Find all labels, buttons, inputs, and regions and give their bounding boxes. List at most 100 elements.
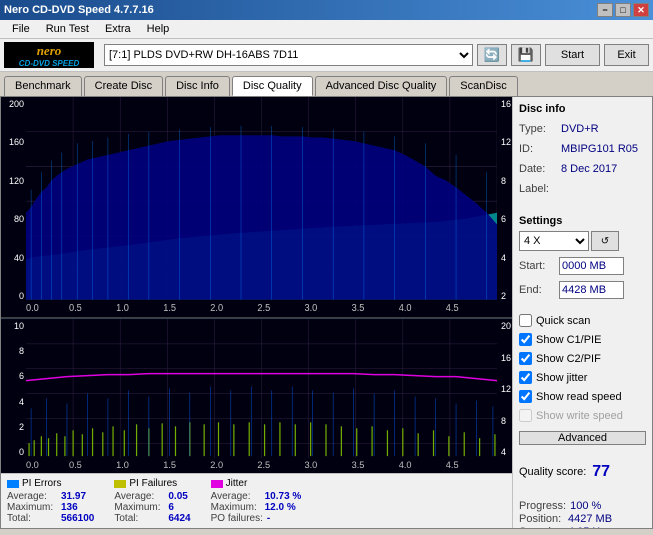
end-input[interactable]: [559, 281, 624, 299]
pi-avg-value: 31.97: [61, 491, 86, 502]
show-read-speed-checkbox[interactable]: [519, 390, 532, 403]
drive-selector[interactable]: [7:1] PLDS DVD+RW DH-16ABS 7D11: [104, 44, 473, 66]
show-write-speed-label: Show write speed: [536, 410, 623, 422]
progress-label: Progress:: [519, 500, 566, 512]
svg-text:3.0: 3.0: [305, 303, 318, 315]
pif-avg-value: 0.05: [168, 491, 187, 502]
bottom-chart-svg: 0.0 0.5 1.0 1.5 2.0 2.5 3.0 3.5 4.0 4.5: [26, 319, 497, 473]
speed-selector[interactable]: 4 X: [519, 231, 589, 251]
save-button[interactable]: 💾: [511, 44, 541, 66]
svg-text:4.5: 4.5: [446, 303, 459, 315]
minimize-button[interactable]: −: [597, 3, 613, 17]
menu-bar: File Run Test Extra Help: [0, 20, 653, 39]
maximize-button[interactable]: □: [615, 3, 631, 17]
svg-text:4.0: 4.0: [399, 460, 412, 470]
show-jitter-checkbox[interactable]: [519, 371, 532, 384]
disc-info-title: Disc info: [519, 103, 646, 115]
svg-text:3.0: 3.0: [305, 460, 318, 470]
date-value: 8 Dec 2017: [561, 161, 617, 177]
pif-avg-label: Average:: [114, 491, 164, 502]
speed-label: Speed:: [519, 526, 564, 528]
show-read-speed-label: Show read speed: [536, 391, 622, 403]
progress-section: Progress: 100 % Position: 4427 MB Speed:…: [519, 499, 646, 528]
jitter-avg-label: Average:: [211, 491, 261, 502]
tab-scandisc[interactable]: ScanDisc: [449, 76, 517, 96]
show-c2pif-checkbox[interactable]: [519, 352, 532, 365]
pi-total-label: Total:: [7, 513, 57, 524]
svg-text:0.5: 0.5: [69, 303, 82, 315]
pi-max-value: 136: [61, 502, 78, 513]
jitter-legend-dot: [211, 480, 223, 488]
position-label: Position:: [519, 513, 564, 525]
y-label-160: 160: [2, 137, 24, 147]
type-label: Type:: [519, 121, 557, 137]
svg-text:2.0: 2.0: [210, 303, 223, 315]
svg-text:1.0: 1.0: [116, 460, 129, 470]
pi-errors-legend-label: PI Errors: [22, 478, 61, 489]
pif-total-label: Total:: [114, 513, 164, 524]
y-right-16: 16: [501, 99, 511, 109]
quality-score: 77: [592, 463, 610, 481]
position-value: 4427 MB: [568, 513, 612, 525]
svg-text:2.5: 2.5: [257, 303, 270, 315]
pi-total-value: 566100: [61, 513, 94, 524]
tab-bar: Benchmark Create Disc Disc Info Disc Qua…: [0, 72, 653, 96]
advanced-button[interactable]: Advanced: [519, 431, 646, 445]
main-content: 200 160 120 80 40 0 16 12 8 6 4 2: [0, 96, 653, 529]
y-label-0: 0: [2, 291, 24, 301]
window-controls: − □ ✕: [597, 3, 649, 17]
pi-avg-label: Average:: [7, 491, 57, 502]
y2-label-4: 4: [2, 397, 24, 407]
jitter-avg-value: 10.73 %: [265, 491, 302, 502]
menu-file[interactable]: File: [4, 22, 38, 36]
pif-max-label: Maximum:: [114, 502, 164, 513]
start-input[interactable]: [559, 257, 624, 275]
window-title: Nero CD-DVD Speed 4.7.7.16: [4, 4, 154, 16]
menu-extra[interactable]: Extra: [97, 22, 139, 36]
start-button[interactable]: Start: [545, 44, 600, 66]
exit-button[interactable]: Exit: [604, 44, 649, 66]
y-right-6: 6: [501, 214, 511, 224]
menu-help[interactable]: Help: [139, 22, 178, 36]
show-c1pie-checkbox[interactable]: [519, 333, 532, 346]
y-right-12: 12: [501, 137, 511, 147]
y2-label-8: 8: [2, 346, 24, 356]
svg-text:2.0: 2.0: [210, 460, 223, 470]
y2-right-8: 8: [501, 416, 511, 426]
quality-label: Quality score:: [519, 466, 586, 478]
tab-disc-info[interactable]: Disc Info: [165, 76, 230, 96]
tab-create-disc[interactable]: Create Disc: [84, 76, 163, 96]
y2-right-4: 4: [501, 447, 511, 457]
speed-refresh-btn[interactable]: ↺: [591, 231, 619, 251]
top-chart: 200 160 120 80 40 0 16 12 8 6 4 2: [1, 97, 512, 318]
tab-benchmark[interactable]: Benchmark: [4, 76, 82, 96]
type-value: DVD+R: [561, 121, 599, 137]
refresh-button[interactable]: 🔄: [477, 44, 507, 66]
top-chart-svg: 0.0 0.5 1.0 1.5 2.0 2.5 3.0 3.5 4.0 4.5: [26, 97, 497, 317]
pi-failures-legend-label: PI Failures: [129, 478, 177, 489]
end-label: End:: [519, 284, 555, 296]
show-c1pie-label: Show C1/PIE: [536, 334, 601, 346]
jitter-max-value: 12.0 %: [265, 502, 296, 513]
disc-label-label: Label:: [519, 181, 557, 197]
show-jitter-label: Show jitter: [536, 372, 587, 384]
svg-text:0.0: 0.0: [26, 460, 39, 470]
pi-max-label: Maximum:: [7, 502, 57, 513]
title-bar: Nero CD-DVD Speed 4.7.7.16 − □ ✕: [0, 0, 653, 20]
speed-value: 4.05 X: [568, 526, 600, 528]
jitter-max-label: Maximum:: [211, 502, 261, 513]
id-value: MBIPG101 R05: [561, 141, 638, 157]
tab-disc-quality[interactable]: Disc Quality: [232, 76, 313, 96]
tab-advanced-disc-quality[interactable]: Advanced Disc Quality: [315, 76, 448, 96]
menu-run-test[interactable]: Run Test: [38, 22, 97, 36]
y2-right-20: 20: [501, 321, 511, 331]
close-button[interactable]: ✕: [633, 3, 649, 17]
show-write-speed-checkbox[interactable]: [519, 409, 532, 422]
svg-text:2.5: 2.5: [257, 460, 270, 470]
y-label-40: 40: [2, 253, 24, 263]
toolbar: nero CD-DVD SPEED [7:1] PLDS DVD+RW DH-1…: [0, 39, 653, 72]
stats-bar: PI Errors Average: 31.97 Maximum: 136 To…: [1, 473, 512, 528]
sidebar: Disc info Type: DVD+R ID: MBIPG101 R05 D…: [512, 97, 652, 528]
quick-scan-checkbox[interactable]: [519, 314, 532, 327]
progress-value: 100 %: [570, 500, 601, 512]
